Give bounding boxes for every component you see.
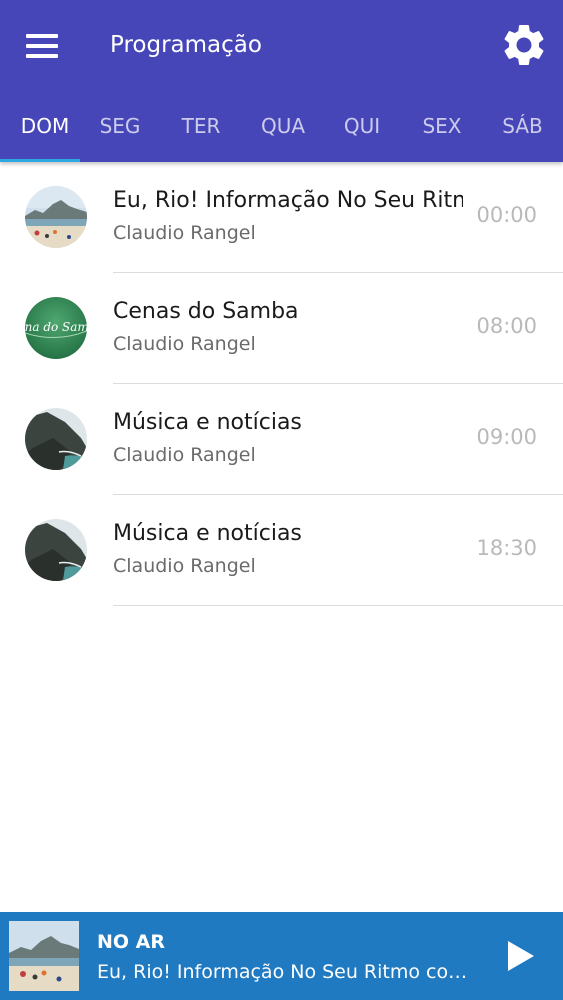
cenas-do-samba-logo-text: Cena do Samba bbox=[25, 320, 87, 334]
gear-icon[interactable] bbox=[499, 20, 549, 70]
show-title: Música e notícias bbox=[113, 521, 302, 546]
show-thumbnail bbox=[25, 519, 87, 581]
tab-qua[interactable]: QUA bbox=[242, 104, 324, 162]
tab-seg[interactable]: SEG bbox=[80, 104, 160, 162]
schedule-row[interactable]: Música e notícias Claudio Rangel 18:30 bbox=[0, 495, 563, 606]
now-playing-thumbnail bbox=[9, 921, 79, 991]
hamburger-menu-icon[interactable] bbox=[22, 28, 62, 64]
show-title: Eu, Rio! Informação No Seu Ritmo bbox=[113, 188, 463, 213]
show-host: Claudio Rangel bbox=[113, 444, 256, 466]
show-host: Claudio Rangel bbox=[113, 333, 256, 355]
show-thumbnail bbox=[25, 186, 87, 248]
show-thumbnail bbox=[25, 408, 87, 470]
tab-ter[interactable]: TER bbox=[160, 104, 242, 162]
tab-dom[interactable]: DOM bbox=[0, 104, 90, 162]
show-thumbnail: Cena do Samba bbox=[25, 297, 87, 359]
play-icon[interactable] bbox=[500, 936, 540, 976]
show-time: 18:30 bbox=[476, 536, 537, 560]
show-time: 09:00 bbox=[476, 425, 537, 449]
day-tabs: DOM SEG TER QUA QUI SEX SÁB bbox=[0, 104, 563, 162]
page-title: Programação bbox=[110, 32, 262, 58]
show-host: Claudio Rangel bbox=[113, 222, 256, 244]
row-divider bbox=[113, 605, 563, 606]
on-air-label: NO AR bbox=[97, 931, 166, 953]
show-time: 00:00 bbox=[476, 203, 537, 227]
schedule-row[interactable]: Cena do Samba Cenas do Samba Claudio Ran… bbox=[0, 273, 563, 384]
schedule-row[interactable]: Eu, Rio! Informação No Seu Ritmo Claudio… bbox=[0, 162, 563, 273]
active-tab-indicator bbox=[0, 159, 80, 162]
show-host: Claudio Rangel bbox=[113, 555, 256, 577]
show-title: Cenas do Samba bbox=[113, 299, 299, 324]
schedule-row[interactable]: Música e notícias Claudio Rangel 09:00 bbox=[0, 384, 563, 495]
now-playing-bar[interactable]: NO AR Eu, Rio! Informação No Seu Ritmo c… bbox=[0, 912, 563, 1000]
app-bar: Programação DOM SEG TER QUA QUI SEX SÁB bbox=[0, 0, 563, 162]
tab-sex[interactable]: SEX bbox=[402, 104, 482, 162]
show-time: 08:00 bbox=[476, 314, 537, 338]
tab-sab[interactable]: SÁB bbox=[482, 104, 563, 162]
show-title: Música e notícias bbox=[113, 410, 302, 435]
schedule-list: Eu, Rio! Informação No Seu Ritmo Claudio… bbox=[0, 162, 563, 606]
now-playing-title: Eu, Rio! Informação No Seu Ritmo com Cla… bbox=[97, 961, 477, 983]
tab-qui[interactable]: QUI bbox=[322, 104, 402, 162]
